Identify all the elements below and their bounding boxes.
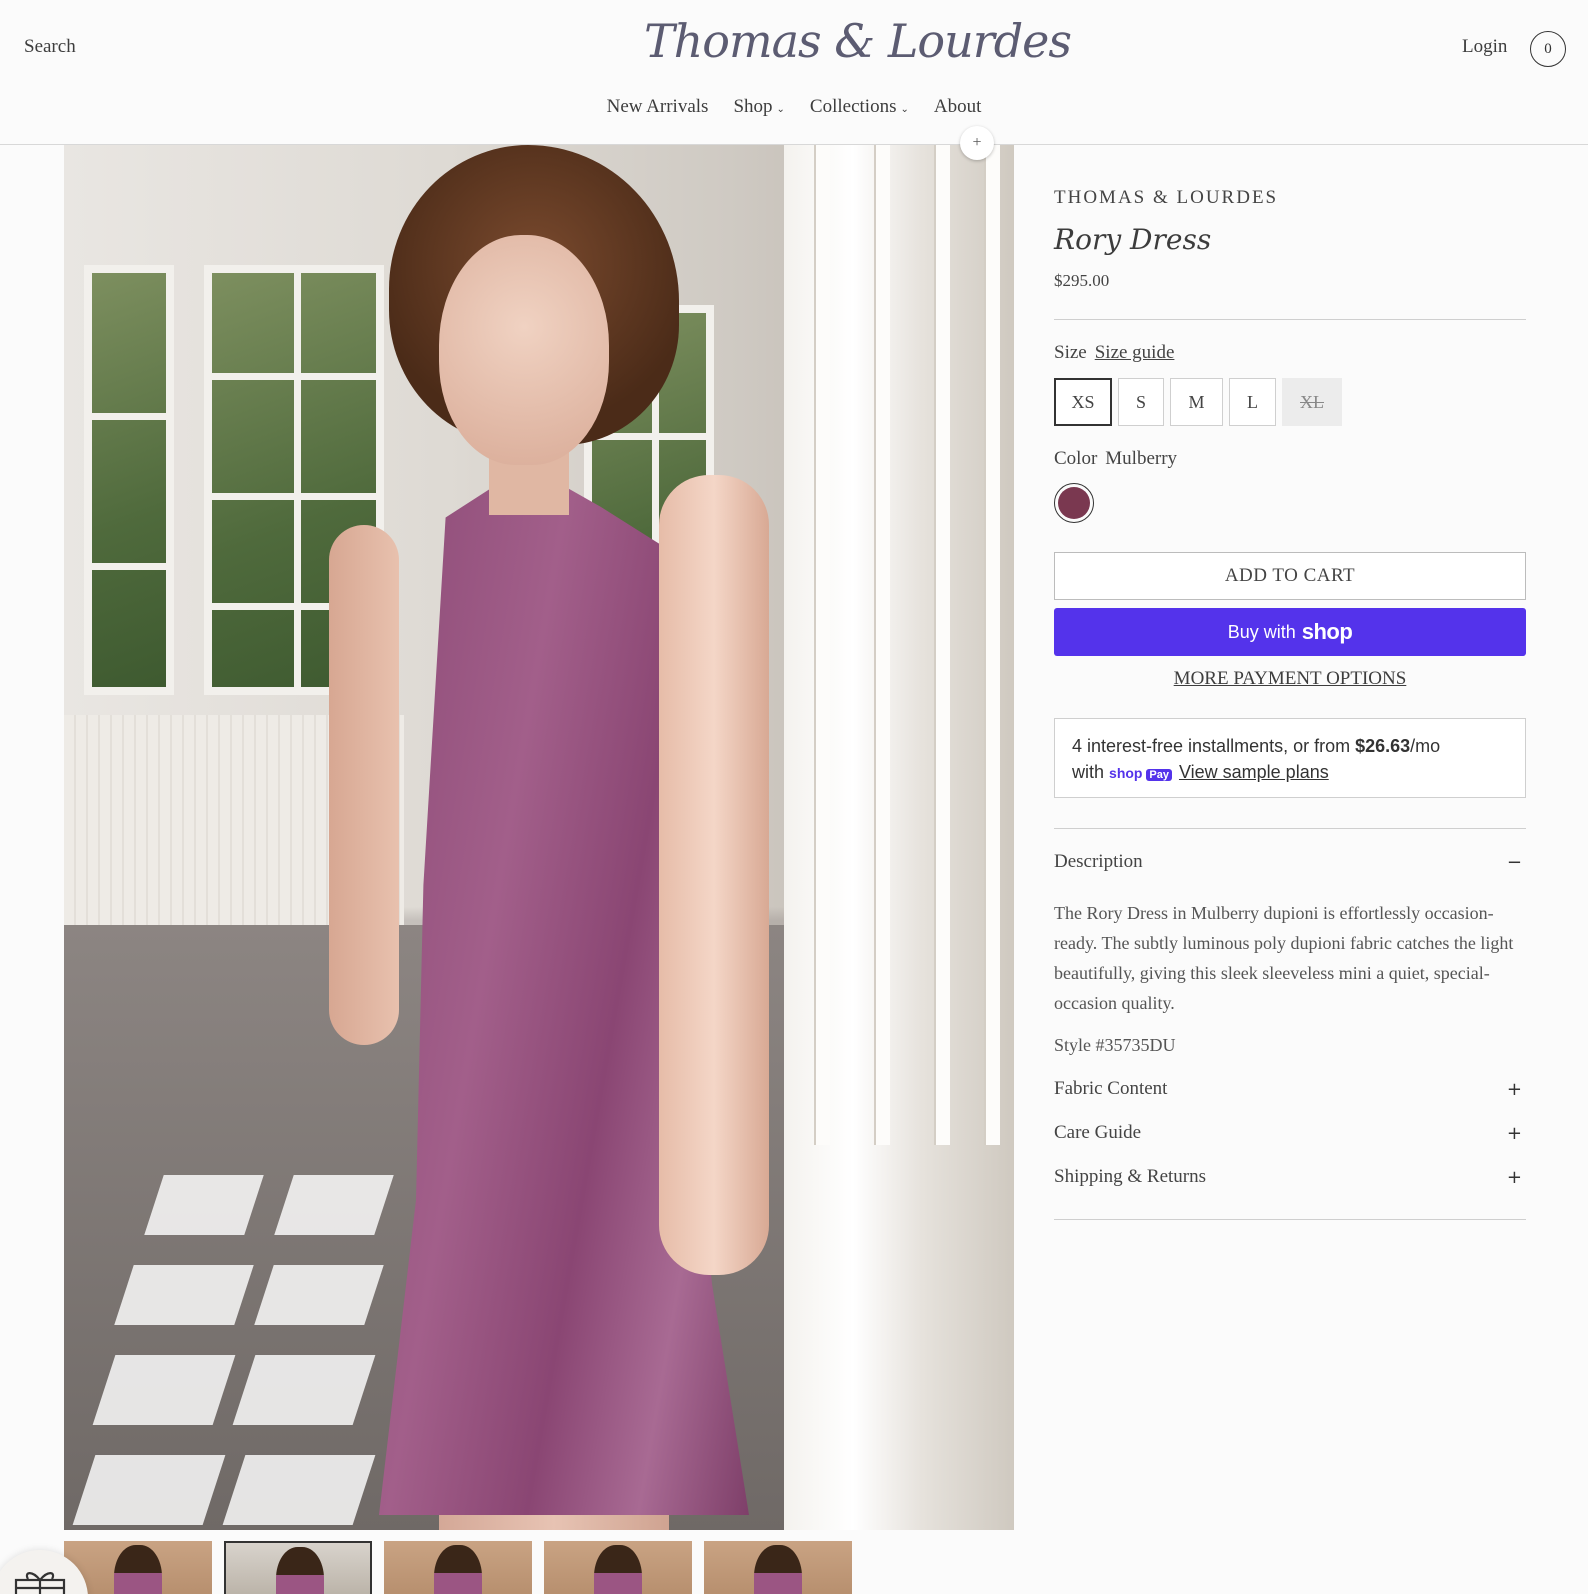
thumbnail[interactable] xyxy=(384,1541,532,1594)
accordion-label: Shipping & Returns xyxy=(1054,1166,1207,1187)
color-label: Color xyxy=(1054,448,1098,469)
product-main-image[interactable] xyxy=(64,145,1014,1530)
size-option-xl[interactable]: XL xyxy=(1282,378,1342,426)
installments-banner: 4 interest-free installments, or from $2… xyxy=(1054,718,1526,798)
chevron-down-icon: ⌄ xyxy=(900,103,909,115)
more-payment-options-link[interactable]: MORE PAYMENT OPTIONS xyxy=(1054,668,1526,690)
thumbnail-active[interactable] xyxy=(224,1541,372,1594)
cart-button[interactable]: 0 xyxy=(1530,31,1566,67)
nav-item-about[interactable]: About xyxy=(934,96,982,118)
size-label-row: Size Size guide xyxy=(1054,342,1174,364)
thumbnail[interactable] xyxy=(704,1541,852,1594)
product-brand: THOMAS & LOURDES xyxy=(1054,187,1279,208)
installments-amount: $26.63 xyxy=(1355,736,1411,756)
size-option-xs[interactable]: XS xyxy=(1054,378,1112,426)
divider xyxy=(1054,319,1526,320)
shop-pay-logo: shop Pay xyxy=(1109,760,1172,788)
color-label-row: Color Mulberry xyxy=(1054,448,1177,470)
search-link[interactable]: Search xyxy=(24,36,76,58)
size-option-s[interactable]: S xyxy=(1118,378,1164,426)
accordion-fabric-content[interactable]: Fabric Content + xyxy=(1054,1078,1526,1100)
size-label: Size xyxy=(1054,342,1087,363)
product-description: The Rory Dress in Mulberry dupioni is ef… xyxy=(1054,903,1514,1013)
site-logo[interactable]: Thomas & Lourdes xyxy=(644,14,1072,68)
installments-text: 4 interest-free installments, or from xyxy=(1072,736,1356,756)
accordion-shipping-returns[interactable]: Shipping & Returns + xyxy=(1054,1166,1526,1188)
color-swatch-mulberry[interactable] xyxy=(1054,483,1094,523)
nav-item-shop[interactable]: Shop ⌄ xyxy=(733,96,784,118)
plus-icon: + xyxy=(1506,1166,1522,1188)
product-price: $295.00 xyxy=(1054,271,1110,290)
chevron-down-icon: ⌄ xyxy=(776,103,785,115)
size-guide-link[interactable]: Size guide xyxy=(1095,342,1175,364)
nav-item-collections[interactable]: Collections ⌄ xyxy=(810,96,909,118)
view-sample-plans-link[interactable]: View sample plans xyxy=(1179,762,1329,782)
thumbnail[interactable] xyxy=(544,1541,692,1594)
nav-label: About xyxy=(933,96,982,117)
divider xyxy=(1054,828,1526,829)
plus-icon: + xyxy=(1506,1078,1522,1100)
gift-icon xyxy=(14,1572,66,1594)
swatch-fill xyxy=(1058,487,1090,519)
nav-label: Collections xyxy=(809,96,897,117)
size-option-m[interactable]: M xyxy=(1170,378,1223,426)
zoom-plus-icon[interactable]: + xyxy=(960,126,994,160)
nav-label: New Arrivals xyxy=(606,96,709,117)
color-value: Mulberry xyxy=(1105,448,1178,469)
add-to-cart-button[interactable]: ADD TO CART xyxy=(1054,552,1526,600)
plus-icon: + xyxy=(1506,1122,1522,1144)
minus-icon: − xyxy=(1506,851,1522,873)
accordion-label: Description xyxy=(1054,851,1143,872)
nav-item-new-arrivals[interactable]: New Arrivals xyxy=(607,96,709,118)
main-nav: New Arrivals Shop ⌄ Collections ⌄ About xyxy=(0,96,1588,118)
login-link[interactable]: Login xyxy=(1462,36,1507,58)
thumbnail-strip xyxy=(64,1541,852,1594)
accordion-label: Care Guide xyxy=(1054,1122,1142,1143)
nav-label: Shop xyxy=(733,96,773,117)
accordion-label: Fabric Content xyxy=(1054,1078,1168,1099)
accordion-care-guide[interactable]: Care Guide + xyxy=(1054,1122,1526,1144)
installments-per: /mo xyxy=(1410,736,1441,756)
window-wall xyxy=(784,145,1014,1530)
installments-with: with xyxy=(1072,762,1105,782)
size-option-l[interactable]: L xyxy=(1229,378,1276,426)
site-header: Search Thomas & Lourdes Login 0 New Arri… xyxy=(0,0,1588,145)
cart-count: 0 xyxy=(1544,40,1552,57)
window-scene xyxy=(84,265,174,695)
style-number: Style #35735DU xyxy=(1054,1035,1176,1055)
size-selector: XS S M L XL xyxy=(1054,378,1342,426)
shop-logo: shop xyxy=(1301,619,1353,644)
product-title: Rory Dress xyxy=(1054,223,1212,256)
buy-with-shop-button[interactable]: Buy with shop xyxy=(1054,608,1526,656)
divider xyxy=(1054,1219,1526,1220)
accordion-description[interactable]: Description − xyxy=(1054,851,1526,873)
buy-with-label: Buy with xyxy=(1227,621,1296,642)
model-figure xyxy=(329,145,789,1530)
